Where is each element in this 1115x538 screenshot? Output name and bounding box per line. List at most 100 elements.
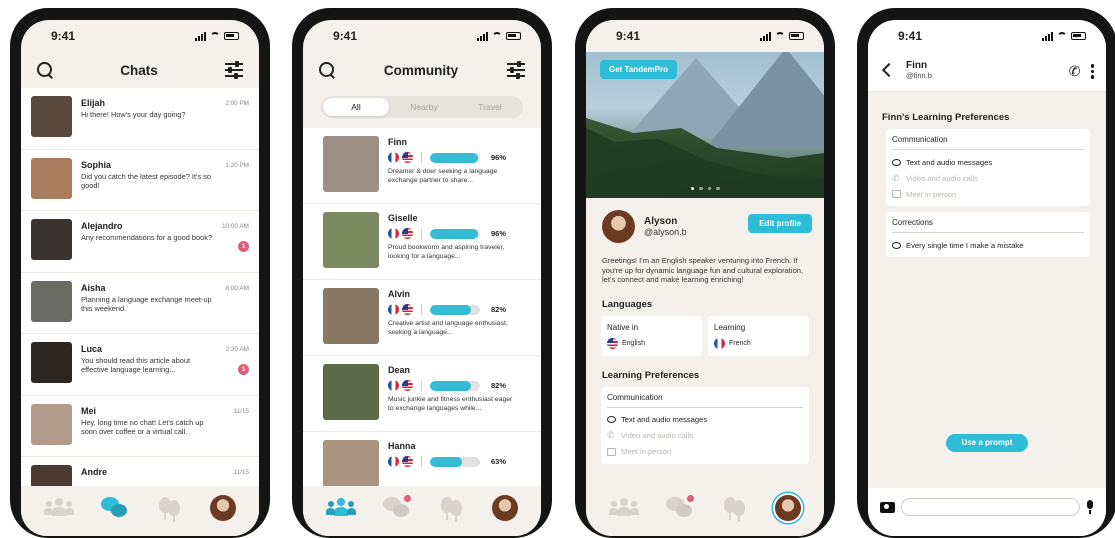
chat-list: Elijah Hi there! How's your day going? 2:0… bbox=[21, 88, 259, 519]
community-list-item[interactable]: Finn 96% Dreamer & doer seeking a language… bbox=[303, 128, 541, 204]
get-pro-button[interactable]: Get TandemPro bbox=[600, 60, 677, 79]
chat-preview: Hey, long time no chat! Let's catch up s… bbox=[81, 417, 204, 436]
search-icon[interactable] bbox=[37, 62, 53, 78]
communication-label: Communication bbox=[607, 393, 803, 408]
chat-list-item[interactable]: Alejandro Any recommendations for a good … bbox=[21, 211, 259, 273]
tab-nearby[interactable]: Nearby bbox=[391, 102, 457, 112]
back-arrow-icon[interactable] bbox=[881, 62, 897, 77]
learning-label: Learning bbox=[714, 322, 746, 332]
unread-dot bbox=[687, 495, 695, 502]
profile-header: Alyson @alyson.b Edit profile bbox=[586, 198, 824, 243]
community-list-item[interactable]: Alvin 82% Creative artist and language ent… bbox=[303, 280, 541, 356]
wifi-icon bbox=[1057, 32, 1067, 40]
pref-meet-person: Meet in person bbox=[607, 444, 803, 460]
communication-label: Communication bbox=[892, 135, 1084, 150]
pref-video-calls: ✆ Video and audio calls bbox=[892, 172, 979, 183]
profile-name: Alyson bbox=[644, 216, 678, 227]
message-input[interactable] bbox=[901, 498, 1080, 516]
profile-nav-avatar[interactable] bbox=[210, 495, 237, 521]
community-list-item[interactable]: Giselle 96% Proud bookworm and aspiring tr… bbox=[303, 204, 541, 280]
chat-name: Sophia bbox=[81, 159, 112, 170]
person-icon bbox=[892, 190, 901, 198]
chat-header: Finn @finn.b ✆ bbox=[868, 52, 1106, 92]
chats-nav-icon[interactable] bbox=[664, 495, 695, 521]
match-progress-bar bbox=[430, 304, 480, 315]
profile-handle: @alyson.b bbox=[644, 227, 687, 237]
camera-icon[interactable] bbox=[880, 501, 895, 513]
native-label: Native in bbox=[607, 322, 639, 332]
signal-icon bbox=[477, 31, 488, 41]
phone-call-icon[interactable]: ✆ bbox=[1069, 64, 1081, 78]
tab-all[interactable]: All bbox=[323, 98, 389, 116]
match-percent: 82% bbox=[491, 381, 507, 390]
chat-time: 11/15 bbox=[233, 469, 249, 476]
carousel-dots[interactable] bbox=[586, 186, 824, 190]
search-icon[interactable] bbox=[319, 62, 335, 78]
member-photo bbox=[323, 212, 379, 268]
match-progress-bar bbox=[430, 380, 480, 391]
match-progress-bar bbox=[430, 456, 480, 467]
status-icons bbox=[477, 31, 521, 41]
chat-list-item[interactable]: Luca You should read this article about e… bbox=[21, 334, 259, 396]
chat-list-item[interactable]: Elijah Hi there! How's your day going? 2:0… bbox=[21, 88, 259, 150]
pref-meet-person: Meet in person bbox=[892, 186, 1084, 202]
fr-flag-icon bbox=[388, 152, 399, 163]
match-percent: 96% bbox=[491, 229, 507, 238]
profile-nav-avatar[interactable] bbox=[775, 495, 802, 521]
avatar bbox=[31, 342, 72, 383]
us-flag-icon bbox=[402, 152, 413, 163]
pref-text-audio: Text and audio messages bbox=[892, 154, 1084, 170]
languages-title: Languages bbox=[602, 298, 653, 310]
segment-control: All Nearby Travel bbox=[321, 96, 523, 118]
cover-photo: Get TandemPro bbox=[586, 48, 824, 198]
battery-icon bbox=[224, 32, 239, 40]
signal-icon bbox=[760, 31, 771, 41]
member-photo bbox=[323, 364, 379, 420]
use-prompt-button[interactable]: Use a prompt bbox=[946, 434, 1028, 452]
member-description: Creative artist and language enthusiast,… bbox=[388, 320, 508, 336]
community-nav-icon[interactable] bbox=[608, 495, 639, 521]
more-options-icon[interactable] bbox=[1090, 64, 1094, 79]
learn-nav-icon[interactable] bbox=[155, 495, 185, 522]
learning-value: French bbox=[729, 339, 751, 347]
person-icon bbox=[607, 447, 616, 456]
microphone-icon[interactable] bbox=[1086, 500, 1094, 514]
community-list-item[interactable]: Dean 82% Music junkie and fitness enthusia… bbox=[303, 356, 541, 432]
chats-nav-icon[interactable] bbox=[381, 495, 412, 521]
member-name: Dean bbox=[388, 365, 411, 375]
match-percent: 63% bbox=[491, 457, 507, 466]
chats-screen: 9:41 Chats Elijah Hi there! How's your da… bbox=[21, 20, 259, 536]
community-nav-icon[interactable] bbox=[325, 495, 356, 521]
phone-community: 9:41 Community All Nearby Travel Finn 96%… bbox=[292, 8, 552, 538]
status-time: 9:41 bbox=[616, 29, 641, 43]
community-screen: 9:41 Community All Nearby Travel Finn 96%… bbox=[303, 20, 541, 536]
battery-icon bbox=[789, 32, 804, 40]
us-flag-icon bbox=[402, 456, 413, 467]
member-photo bbox=[323, 288, 379, 344]
wifi-icon bbox=[210, 32, 220, 40]
edit-profile-button[interactable]: Edit profile bbox=[748, 214, 812, 233]
speech-bubble-icon bbox=[607, 416, 616, 424]
chats-nav-icon[interactable] bbox=[99, 495, 129, 521]
member-name: Finn bbox=[388, 137, 407, 147]
profile-nav-avatar[interactable] bbox=[492, 495, 519, 521]
fr-flag-icon bbox=[388, 380, 399, 391]
chat-list-item[interactable]: Aisha Planning a language exchange meet-u… bbox=[21, 273, 259, 334]
chat-name: Elijah bbox=[81, 98, 106, 108]
chats-header: Chats bbox=[21, 52, 259, 88]
signal-icon bbox=[1042, 31, 1053, 41]
learn-nav-icon[interactable] bbox=[437, 495, 467, 522]
chat-list-item[interactable]: Sophia Did you catch the latest episode? … bbox=[21, 150, 259, 211]
tab-travel[interactable]: Travel bbox=[457, 102, 523, 112]
communication-card: Communication Text and audio messages ✆ V… bbox=[601, 386, 809, 464]
learning-language-card: Learning French bbox=[708, 315, 809, 356]
status-bar: 9:41 bbox=[21, 20, 259, 52]
filter-icon[interactable] bbox=[507, 61, 525, 79]
speech-bubble-icon bbox=[892, 241, 901, 249]
learn-nav-icon[interactable] bbox=[720, 495, 750, 522]
page-title: Chats bbox=[120, 62, 158, 78]
filter-icon[interactable] bbox=[224, 61, 243, 79]
community-nav-icon[interactable] bbox=[43, 495, 74, 521]
chat-list-item[interactable]: Mei Hey, long time no chat! Let's catch u… bbox=[21, 396, 259, 457]
battery-icon bbox=[1071, 32, 1086, 40]
